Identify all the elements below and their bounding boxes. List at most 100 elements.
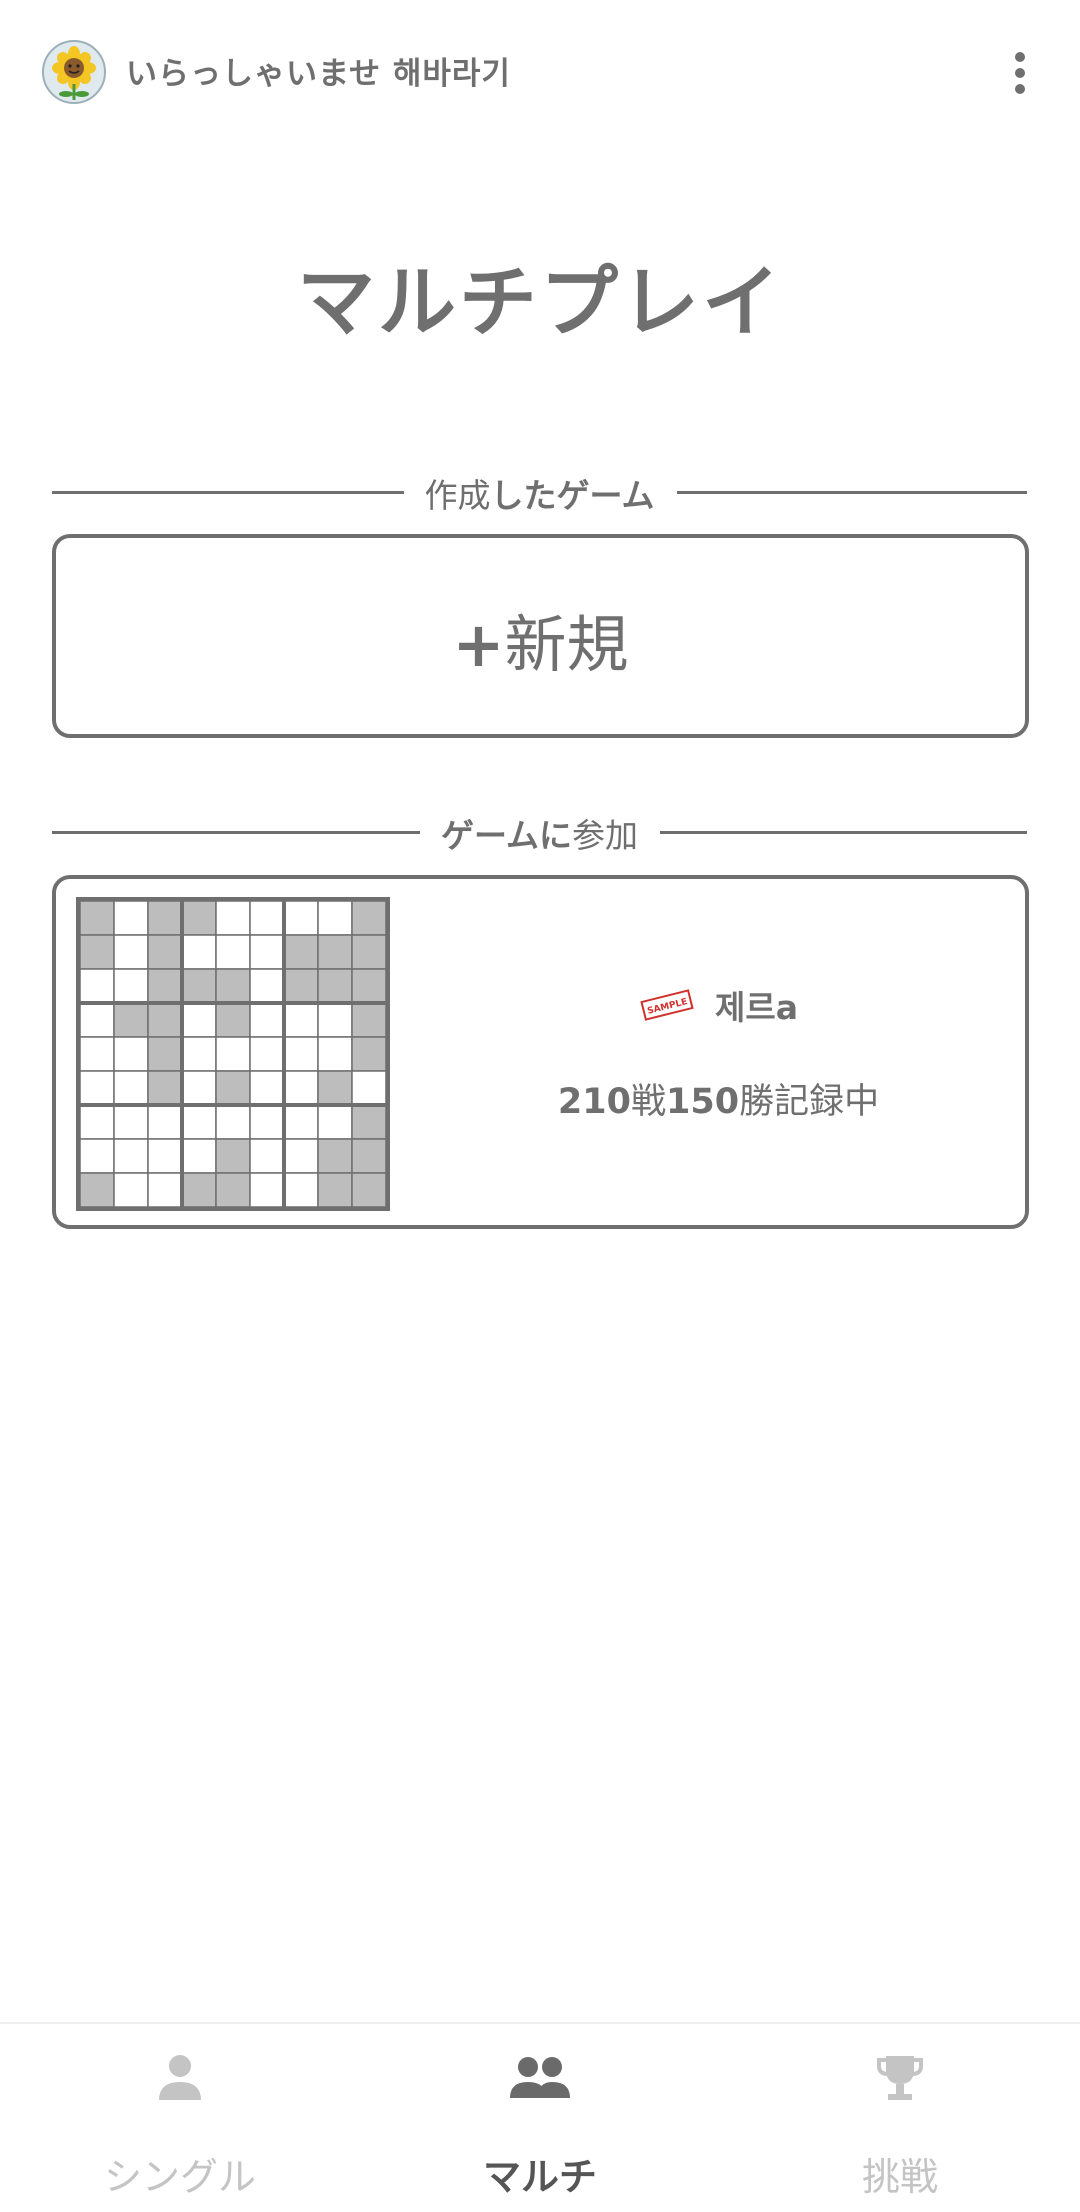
board-cell	[147, 1070, 183, 1106]
board-cell	[113, 934, 149, 970]
board-cell	[147, 900, 183, 936]
board-cell	[249, 1070, 285, 1106]
board-cell	[113, 1036, 149, 1072]
greeting-text: いらっしゃいませ 해바라기	[126, 56, 511, 92]
board-cell	[249, 1138, 285, 1174]
game-info: SAMPLE 제르a 210戦150勝記録中	[416, 879, 1021, 1225]
nav-label-challenge: 挑戦	[861, 2155, 938, 2199]
board-cell	[113, 1172, 149, 1208]
person-icon	[159, 2055, 201, 2100]
board-cell	[215, 900, 251, 936]
board-cell	[283, 934, 319, 970]
board-cell	[249, 900, 285, 936]
plus-icon: +	[452, 608, 505, 681]
sample-stamp-icon: SAMPLE	[640, 989, 694, 1021]
board-cell	[113, 1138, 149, 1174]
board-cell	[317, 1002, 353, 1038]
board-cell	[79, 900, 115, 936]
board-cell	[249, 1036, 285, 1072]
board-cell	[181, 934, 217, 970]
board-cell	[351, 1104, 387, 1140]
board-cell	[79, 934, 115, 970]
new-game-button[interactable]: +新規	[52, 534, 1029, 738]
board-cell	[351, 900, 387, 936]
board-cell	[79, 1104, 115, 1140]
board-cell	[351, 1070, 387, 1106]
board-cell	[147, 1036, 183, 1072]
board-cell	[113, 1104, 149, 1140]
board-cell	[147, 1138, 183, 1174]
created-games-label: 作成したゲーム	[424, 476, 655, 515]
player-name: 제르a	[715, 988, 798, 1027]
board-cell	[215, 1138, 251, 1174]
board-cell	[147, 1104, 183, 1140]
board-cell	[317, 1172, 353, 1208]
board-cell	[181, 1002, 217, 1038]
board-cell	[181, 1138, 217, 1174]
board-cell	[181, 968, 217, 1004]
join-game-label: ゲームに参加	[440, 816, 638, 855]
board-cell	[79, 1138, 115, 1174]
board-cell	[79, 1070, 115, 1106]
board-cell	[249, 968, 285, 1004]
board-cell	[283, 968, 319, 1004]
board-cell	[113, 900, 149, 936]
board-cell	[147, 934, 183, 970]
nav-label-single: シングル	[103, 2155, 256, 2199]
board-cell	[351, 968, 387, 1004]
board-cell	[215, 1172, 251, 1208]
game-card[interactable]: SAMPLE 제르a 210戦150勝記録中	[52, 875, 1029, 1229]
board-cell	[283, 1104, 319, 1140]
trophy-icon	[877, 2056, 923, 2100]
new-game-label: +新規	[452, 608, 629, 681]
board-cell	[181, 1036, 217, 1072]
board-cell	[351, 1036, 387, 1072]
board-cell	[113, 1070, 149, 1106]
player-row: SAMPLE 제르a	[416, 981, 1021, 1029]
board-cell	[317, 900, 353, 936]
board-cell	[249, 1172, 285, 1208]
board-cell	[249, 1002, 285, 1038]
board-cell	[283, 1070, 319, 1106]
board-cell	[113, 968, 149, 1004]
group-icon	[510, 2057, 570, 2098]
nav-tab-multi[interactable]: マルチ	[360, 2024, 720, 2212]
board-cell	[249, 1104, 285, 1140]
board-cell	[215, 1070, 251, 1106]
board-cell	[283, 1138, 319, 1174]
board-cell	[147, 1002, 183, 1038]
board-cell	[147, 968, 183, 1004]
board-cell	[283, 1002, 319, 1038]
board-cell	[79, 1172, 115, 1208]
board-cell	[351, 1172, 387, 1208]
nav-tab-single[interactable]: シングル	[0, 2024, 360, 2212]
board-cell	[181, 1070, 217, 1106]
board-cell	[317, 1104, 353, 1140]
board-cell	[113, 1002, 149, 1038]
board-cell	[351, 934, 387, 970]
board-cell	[79, 968, 115, 1004]
board-cell	[79, 1036, 115, 1072]
page-title: マルチプレイ	[296, 258, 783, 348]
board-cell	[317, 1070, 353, 1106]
board-cell	[181, 1172, 217, 1208]
board-cell	[317, 968, 353, 1004]
nav-tab-challenge[interactable]: 挑戦	[720, 2024, 1080, 2212]
board-cell	[317, 934, 353, 970]
board-cell	[215, 934, 251, 970]
board-cell	[317, 1036, 353, 1072]
board-cell	[283, 900, 319, 936]
created-games-divider: 作成したゲーム	[52, 465, 1027, 515]
sunflower-avatar-icon[interactable]	[42, 40, 106, 104]
board-cell	[147, 1172, 183, 1208]
board-cell	[317, 1138, 353, 1174]
board-cell	[215, 1104, 251, 1140]
board-cell	[181, 1104, 217, 1140]
more-vert-icon[interactable]	[1000, 46, 1040, 100]
board-cell	[215, 1036, 251, 1072]
board-cell	[215, 1002, 251, 1038]
app-header: いらっしゃいませ 해바라기	[0, 0, 1080, 140]
bottom-navigation: シングル マルチ 挑戦	[0, 2022, 1080, 2212]
board-cell	[79, 1002, 115, 1038]
board-cell	[215, 968, 251, 1004]
